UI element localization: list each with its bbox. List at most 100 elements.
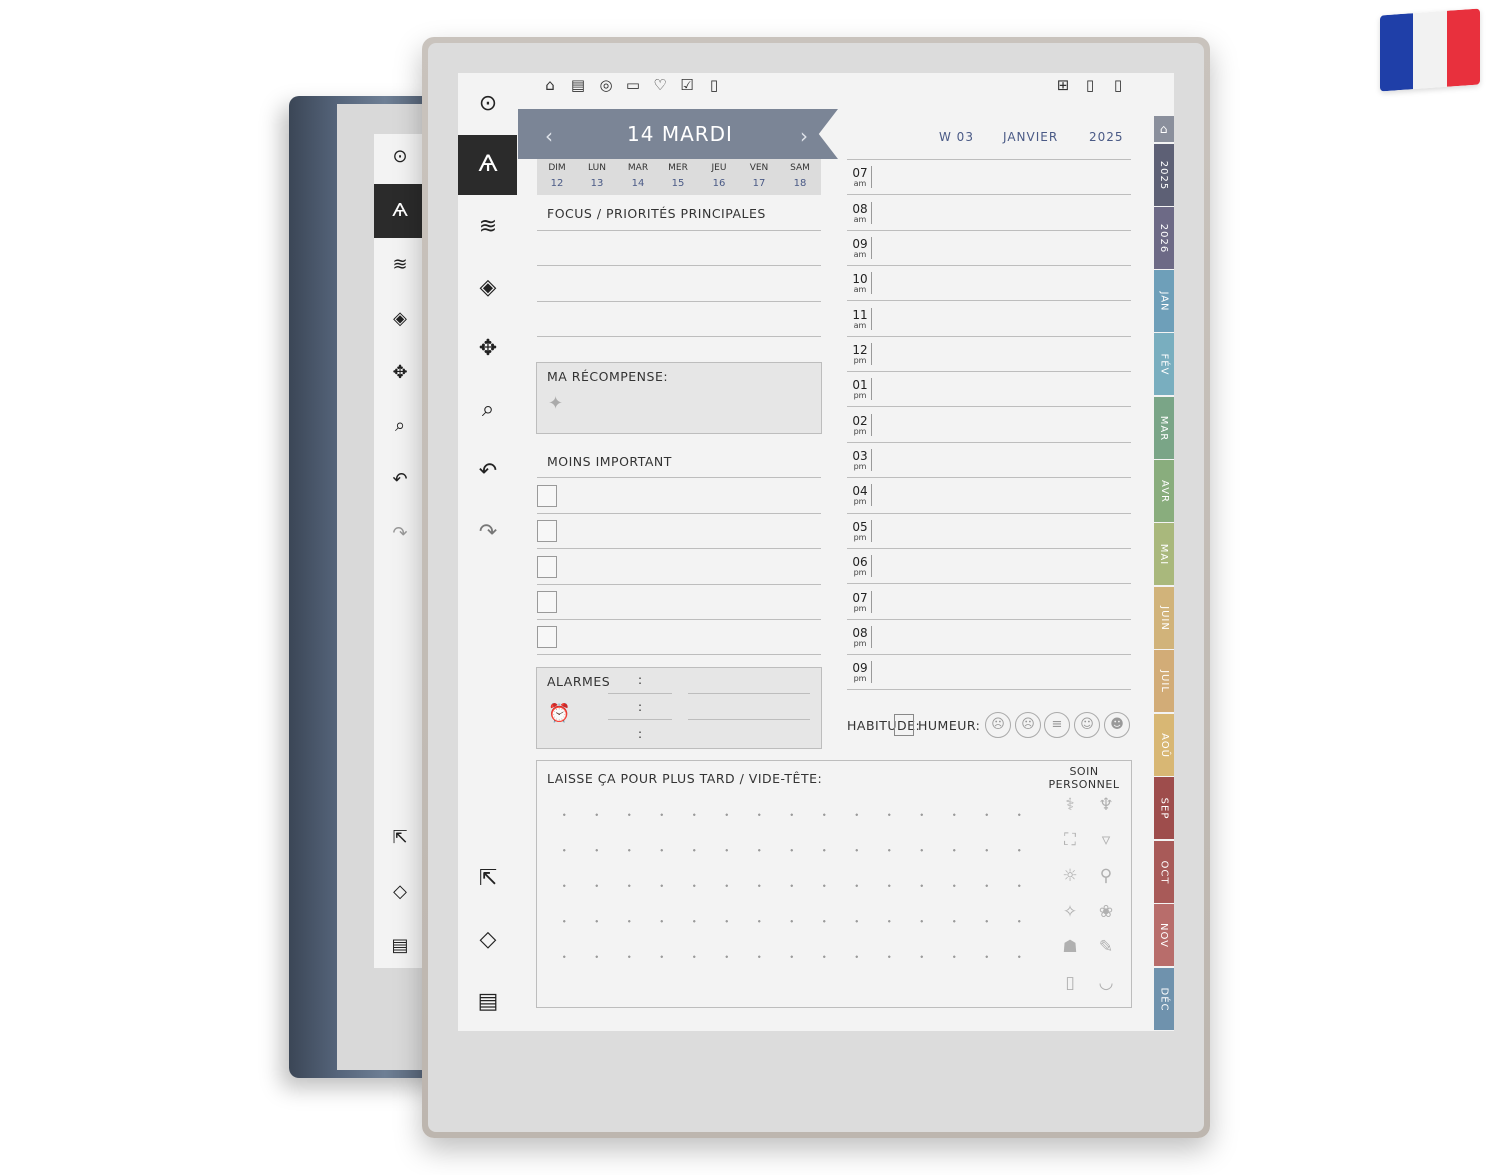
tab-fev[interactable]: FÉV — [1154, 333, 1174, 395]
hour-slot[interactable]: 11 am — [848, 309, 872, 330]
hour-slot[interactable]: 10 am — [848, 273, 872, 294]
day-date: 17 — [752, 178, 766, 189]
notebook-icon[interactable]: ▤ — [474, 988, 502, 1016]
paw-icon[interactable]: ❀ — [1094, 900, 1118, 924]
sun-icon[interactable]: ☼ — [1058, 864, 1082, 888]
journal-icon[interactable]: ✎ — [1094, 935, 1118, 959]
page-1-icon[interactable]: ▯ — [1080, 75, 1100, 95]
week-day[interactable]: JEU 16 — [699, 163, 739, 189]
meal-icon[interactable]: ◡ — [1094, 971, 1118, 995]
exercise-bike-icon[interactable]: ⚲ — [1094, 864, 1118, 888]
prev-day-icon[interactable]: ‹ — [545, 124, 553, 148]
very-sad-face-icon[interactable]: ☹ — [985, 712, 1011, 738]
very-happy-face-icon[interactable]: ☻ — [1104, 712, 1130, 738]
home-icon[interactable]: ⌂ — [540, 75, 560, 95]
bath-icon[interactable]: ⛶ — [1058, 828, 1082, 852]
tab-label: MAI — [1158, 543, 1170, 565]
hour-slot[interactable]: 08 am — [848, 203, 872, 224]
week-day[interactable]: LUN 13 — [577, 163, 617, 189]
habit-checkbox[interactable] — [894, 714, 914, 736]
cleaning-icon[interactable]: ✧ — [1058, 900, 1082, 924]
page-icon[interactable]: ▯ — [704, 75, 724, 95]
tab-aou[interactable]: AOÛ — [1154, 714, 1174, 776]
tab-avr[interactable]: AVR — [1154, 460, 1174, 522]
undo-icon[interactable]: ↶ — [474, 458, 502, 486]
tab-2026[interactable]: 2026 — [1154, 207, 1174, 269]
phone-icon[interactable]: ▯ — [1058, 971, 1082, 995]
eraser-icon: ◈ — [393, 308, 407, 329]
tab-oct[interactable]: OCT — [1154, 841, 1174, 903]
tab-sep[interactable]: SEP — [1154, 777, 1174, 839]
week-day[interactable]: MER 15 — [658, 163, 698, 189]
task-checkbox[interactable] — [537, 591, 557, 613]
hour-number: 09 — [852, 661, 868, 675]
alarm-time-line — [608, 693, 672, 694]
hour-marker — [871, 202, 872, 224]
layers-icon[interactable]: ◇ — [474, 926, 502, 954]
hour-slot[interactable]: 04 pm — [848, 485, 872, 506]
tab-2025[interactable]: 2025 — [1154, 144, 1174, 206]
tab-mai[interactable]: MAI — [1154, 523, 1174, 585]
selection-eraser-icon[interactable]: ◈ — [474, 274, 502, 302]
happy-face-icon[interactable]: ☺ — [1074, 712, 1100, 738]
tab-jan[interactable]: JAN — [1154, 270, 1174, 332]
week-day[interactable]: DIM 12 — [537, 163, 577, 189]
tab-juil[interactable]: JUIL — [1154, 650, 1174, 712]
redo-icon[interactable]: ↷ — [474, 519, 502, 547]
heart-icon[interactable]: ♡ — [650, 75, 670, 95]
move-icon[interactable]: ✥ — [474, 335, 502, 363]
hour-slot[interactable]: 09 am — [848, 238, 872, 259]
water-glass-icon[interactable]: ▿ — [1094, 828, 1118, 852]
tab-label: JUIN — [1158, 605, 1170, 631]
tab-mar[interactable]: MAR — [1154, 397, 1174, 459]
hour-slot[interactable]: 09 pm — [848, 662, 872, 683]
pills-icon[interactable]: ⚕ — [1058, 793, 1082, 817]
sad-face-icon[interactable]: ☹ — [1015, 712, 1041, 738]
task-checkbox[interactable] — [537, 520, 557, 542]
habit-icon[interactable]: ☑ — [677, 75, 697, 95]
tab-dec[interactable]: DÉC — [1154, 968, 1174, 1030]
people-icon[interactable]: ☗ — [1058, 935, 1082, 959]
hour-line — [847, 194, 1131, 195]
hour-slot[interactable]: 07 am — [848, 167, 872, 188]
hour-slot[interactable]: 02 pm — [848, 415, 872, 436]
next-day-icon[interactable]: › — [800, 124, 808, 148]
task-checkbox[interactable] — [537, 485, 557, 507]
hour-number: 08 — [852, 626, 868, 640]
hour-slot[interactable]: 12 pm — [848, 344, 872, 365]
tooth-icon[interactable]: ♆ — [1094, 793, 1118, 817]
hour-slot[interactable]: 06 pm — [848, 556, 872, 577]
tab-nov[interactable]: NOV — [1154, 904, 1174, 966]
alarm-note-line — [688, 719, 810, 720]
hour-slot[interactable]: 05 pm — [848, 521, 872, 542]
hour-period: pm — [853, 674, 867, 683]
pen-icon[interactable]: Ѧ — [474, 151, 502, 179]
task-checkbox[interactable] — [537, 556, 557, 578]
week-day[interactable]: SAM 18 — [780, 163, 820, 189]
month-link[interactable]: JANVIER — [1003, 130, 1058, 144]
week-day[interactable]: MAR 14 — [618, 163, 658, 189]
hour-period: pm — [853, 604, 867, 613]
hour-slot[interactable]: 08 pm — [848, 627, 872, 648]
export-icon[interactable]: ⇱ — [474, 865, 502, 893]
grid-icon[interactable]: ⊞ — [1053, 75, 1073, 95]
hour-slot[interactable]: 07 pm — [848, 592, 872, 613]
menu-icon[interactable]: ⊙ — [474, 90, 502, 118]
tab-home[interactable]: ⌂ — [1154, 116, 1174, 142]
hour-slot[interactable]: 03 pm — [848, 450, 872, 471]
page-2-icon[interactable]: ▯ — [1108, 75, 1128, 95]
neutral-face-icon[interactable]: ≡ — [1044, 712, 1070, 738]
week-day[interactable]: VEN 17 — [739, 163, 779, 189]
hour-number: 08 — [852, 202, 868, 216]
week-link[interactable]: W 03 — [939, 130, 974, 144]
hour-slot[interactable]: 01 pm — [848, 379, 872, 400]
day-name: MAR — [627, 163, 649, 173]
tab-juin[interactable]: JUIN — [1154, 587, 1174, 649]
strokes-icon[interactable]: ≋ — [474, 213, 502, 241]
zoom-icon[interactable]: ⌕ — [474, 396, 502, 424]
target-icon[interactable]: ◎ — [596, 75, 616, 95]
year-link[interactable]: 2025 — [1089, 130, 1124, 144]
clipboard-icon[interactable]: ▤ — [568, 75, 588, 95]
task-checkbox[interactable] — [537, 626, 557, 648]
wallet-icon[interactable]: ▭ — [623, 75, 643, 95]
